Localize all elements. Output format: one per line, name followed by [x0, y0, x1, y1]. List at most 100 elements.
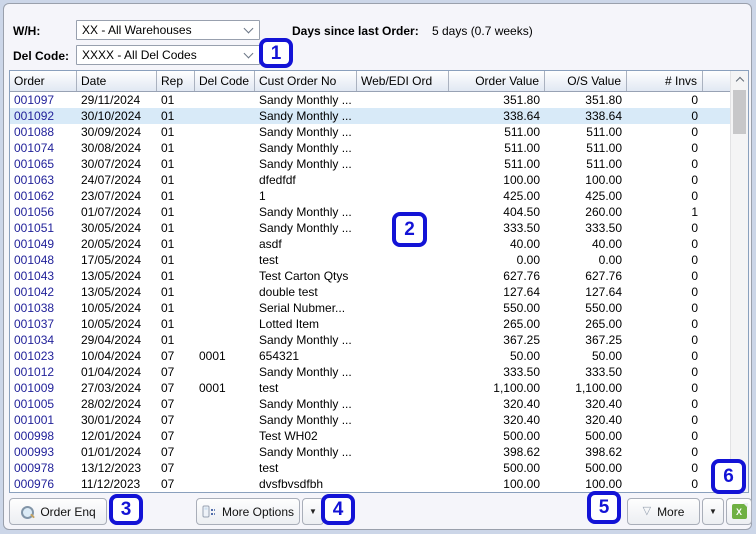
- table-cell: 367.25: [585, 333, 622, 347]
- table-cell: [357, 476, 449, 492]
- table-cell: 511.00: [586, 157, 622, 171]
- table-cell-filler: [703, 172, 730, 188]
- table-cell: Test WH02: [259, 429, 318, 443]
- callout-6: 6: [711, 459, 746, 494]
- table-cell-filler: [703, 156, 730, 172]
- table-cell-filler: [703, 188, 730, 204]
- scrollbar-thumb[interactable]: [733, 90, 746, 134]
- column-header-order[interactable]: Order: [10, 71, 77, 91]
- table-row[interactable]: 001009 27/03/2024 07 0001 test 1,100.00 1,100.…: [10, 380, 730, 396]
- column-header-order-value[interactable]: Order Value: [449, 71, 545, 91]
- column-header-num-invs[interactable]: # Invs: [627, 71, 703, 91]
- table-cell: 320.40: [503, 413, 540, 427]
- table-cell: 367.25: [503, 333, 540, 347]
- table-row[interactable]: 001037 10/05/2024 01 Lotted Item 265.00 265.0…: [10, 316, 730, 332]
- table-cell: 333.50: [503, 221, 540, 235]
- scrollbar-track[interactable]: [731, 88, 748, 475]
- table-cell: 127.64: [503, 285, 540, 299]
- table-row[interactable]: 001074 30/08/2024 01 Sandy Monthly ... 511.0…: [10, 140, 730, 156]
- table-cell: 17/05/2024: [81, 253, 142, 267]
- scroll-up-button[interactable]: [731, 71, 748, 88]
- del-code-select[interactable]: XXXX - All Del Codes: [76, 45, 260, 65]
- dropdown-arrow-icon: ▼: [709, 507, 717, 516]
- table-cell: [357, 300, 449, 316]
- table-cell: 0: [691, 445, 698, 459]
- table-row[interactable]: 001023 10/04/2024 07 0001 654321 50.00 50.00 0: [10, 348, 730, 364]
- vertical-scrollbar[interactable]: [730, 71, 748, 492]
- table-row[interactable]: 001038 10/05/2024 01 Serial Nubmer... 550.00…: [10, 300, 730, 316]
- table-row[interactable]: 000976 11/12/2023 07 dvsfbvsdfbh 100.00 100.0…: [10, 476, 730, 492]
- chevron-down-icon: [243, 23, 254, 33]
- column-header-os-value[interactable]: O/S Value: [545, 71, 627, 91]
- table-cell: 0: [691, 221, 698, 235]
- order-enq-button[interactable]: Order Enq: [9, 498, 107, 525]
- table-cell: Sandy Monthly ...: [259, 205, 352, 219]
- table-row[interactable]: 001062 23/07/2024 01 1 425.00 425.00 0: [10, 188, 730, 204]
- table-cell: 550.00: [503, 301, 540, 315]
- table-cell: [195, 140, 255, 156]
- table-row[interactable]: 001051 30/05/2024 01 Sandy Monthly ... 333.5…: [10, 220, 730, 236]
- table-row[interactable]: 001048 17/05/2024 01 test 0.00 0.00 0: [10, 252, 730, 268]
- more-dropdown-button[interactable]: ▼: [702, 498, 724, 525]
- more-button[interactable]: ▽ More: [627, 498, 700, 525]
- table-cell: 100.00: [585, 173, 622, 187]
- table-cell: 001056: [14, 205, 55, 219]
- table-cell: [195, 460, 255, 476]
- table-cell: 404.50: [503, 205, 540, 219]
- table-row[interactable]: 000998 12/01/2024 07 Test WH02 500.00 500.00 0: [10, 428, 730, 444]
- table-cell: 338.64: [585, 109, 622, 123]
- table-cell: 500.00: [503, 461, 540, 475]
- table-row[interactable]: 001005 28/02/2024 07 Sandy Monthly ... 320.4…: [10, 396, 730, 412]
- table-row[interactable]: 000993 01/01/2024 07 Sandy Monthly ... 398.6…: [10, 444, 730, 460]
- table-row[interactable]: 001092 30/10/2024 01 Sandy Monthly ... 338.6…: [10, 108, 730, 124]
- table-cell: 511.00: [504, 157, 540, 171]
- dropdown-arrow-icon: ▼: [309, 507, 317, 516]
- table-row[interactable]: 001088 30/09/2024 01 Sandy Monthly ... 511.0…: [10, 124, 730, 140]
- more-options-button-label: More Options: [221, 504, 295, 519]
- table-row[interactable]: 001001 30/01/2024 07 Sandy Monthly ... 320.4…: [10, 412, 730, 428]
- table-row[interactable]: 001063 24/07/2024 01 dfedfdf 100.00 100.00 0: [10, 172, 730, 188]
- table-cell: [357, 156, 449, 172]
- table-cell: [357, 428, 449, 444]
- table-cell: 24/07/2024: [81, 173, 142, 187]
- table-row[interactable]: 001049 20/05/2024 01 asdf 40.00 40.00 0: [10, 236, 730, 252]
- table-cell: 07: [161, 477, 175, 491]
- table-cell: [357, 348, 449, 364]
- table-cell: [195, 220, 255, 236]
- export-to-excel-button[interactable]: [726, 498, 752, 525]
- table-cell: 01: [161, 141, 175, 155]
- table-cell: 127.64: [585, 285, 622, 299]
- table-row[interactable]: 001043 13/05/2024 01 Test Carton Qtys 627.76…: [10, 268, 730, 284]
- more-options-button[interactable]: More Options: [196, 498, 300, 525]
- del-code-label: Del Code:: [13, 49, 70, 63]
- table-cell: [195, 268, 255, 284]
- column-header-del-code[interactable]: Del Code: [195, 71, 255, 91]
- table-cell: [195, 124, 255, 140]
- column-header-date[interactable]: Date: [77, 71, 157, 91]
- table-cell: [195, 300, 255, 316]
- table-cell: 01: [161, 125, 175, 139]
- table-row[interactable]: 001065 30/07/2024 01 Sandy Monthly ... 511.0…: [10, 156, 730, 172]
- table-cell: 01/04/2024: [81, 365, 142, 379]
- table-cell: [357, 316, 449, 332]
- table-row[interactable]: 001056 01/07/2024 01 Sandy Monthly ... 404.5…: [10, 204, 730, 220]
- table-cell: Sandy Monthly ...: [259, 109, 352, 123]
- table-cell: 398.62: [503, 445, 540, 459]
- table-row[interactable]: 001097 29/11/2024 01 Sandy Monthly ... 351.8…: [10, 92, 730, 108]
- table-row[interactable]: 001042 13/05/2024 01 double test 127.64 127.6…: [10, 284, 730, 300]
- table-cell: 100.00: [503, 173, 540, 187]
- warehouse-select[interactable]: XX - All Warehouses: [76, 20, 260, 40]
- table-cell: 0: [691, 333, 698, 347]
- table-cell: asdf: [259, 237, 282, 251]
- table-cell: 351.80: [503, 93, 540, 107]
- table-cell: 01: [161, 301, 175, 315]
- table-row[interactable]: 000978 13/12/2023 07 test 500.00 500.00 0: [10, 460, 730, 476]
- column-header-rep[interactable]: Rep: [157, 71, 195, 91]
- table-row[interactable]: 001012 01/04/2024 07 Sandy Monthly ... 333.5…: [10, 364, 730, 380]
- table-cell: Sandy Monthly ...: [259, 333, 352, 347]
- table-row[interactable]: 001034 29/04/2024 01 Sandy Monthly ... 367.2…: [10, 332, 730, 348]
- table-cell: 000993: [14, 445, 55, 459]
- column-header-web-edi-ord[interactable]: Web/EDI Ord: [357, 71, 449, 91]
- table-cell: 320.40: [585, 397, 622, 411]
- column-header-cust-order-no[interactable]: Cust Order No: [255, 71, 357, 91]
